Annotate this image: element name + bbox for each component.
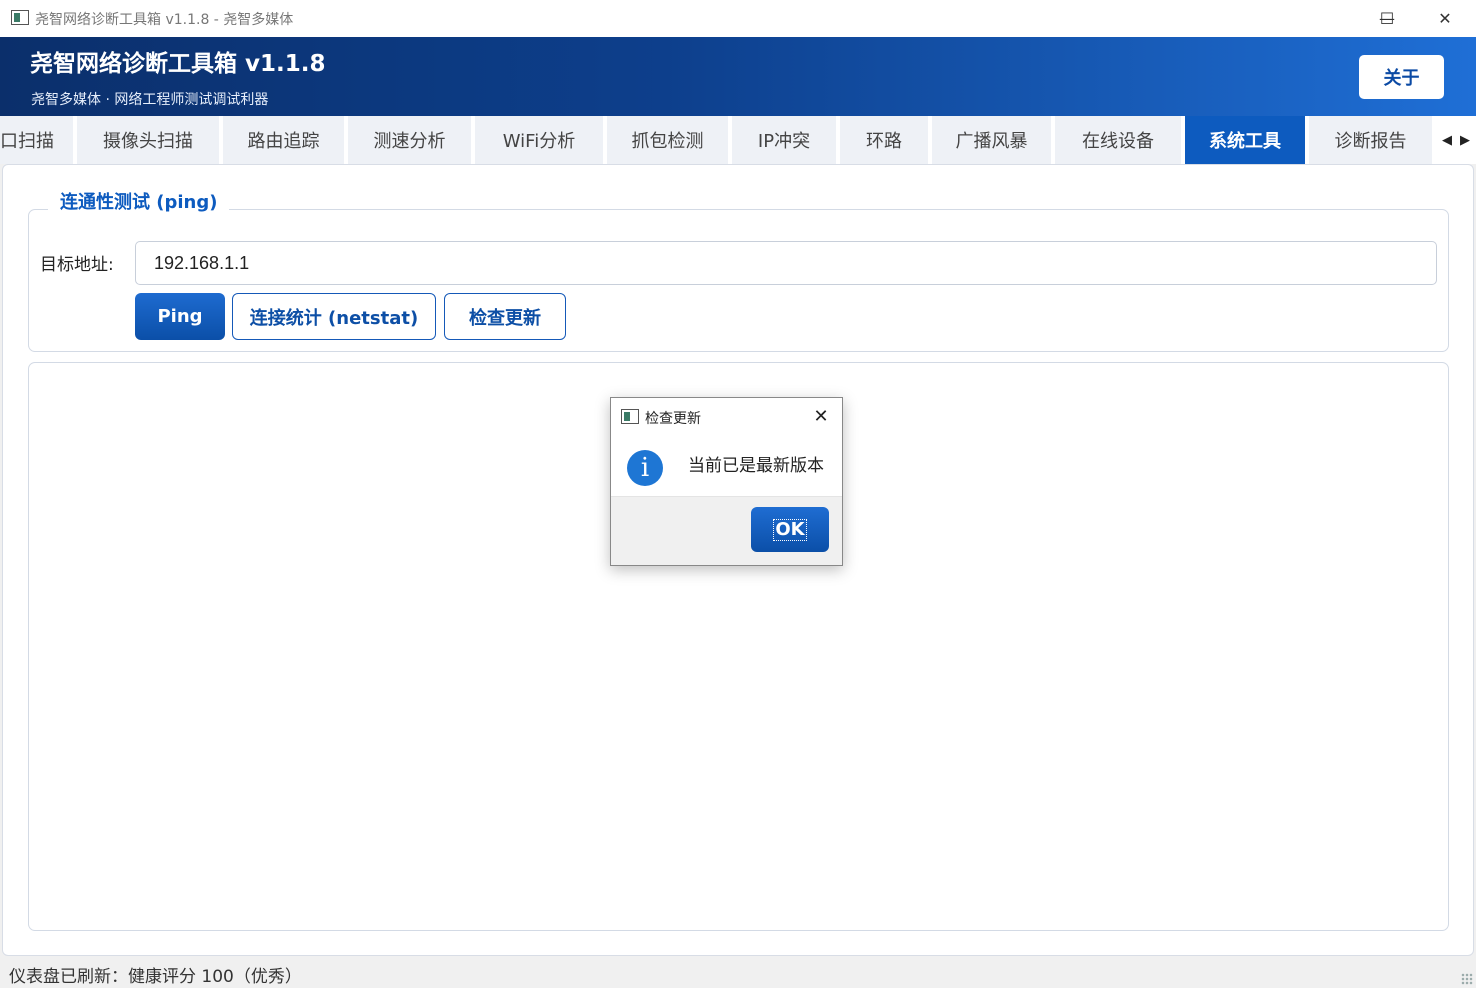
- dialog-app-icon: [621, 409, 639, 424]
- resize-grip-icon[interactable]: [1461, 973, 1473, 985]
- tab-wifi-analysis[interactable]: WiFi分析: [475, 116, 603, 164]
- dialog-message: 当前已是最新版本: [688, 456, 824, 476]
- tab-traceroute[interactable]: 路由追踪: [223, 116, 344, 164]
- tab-packet-capture[interactable]: 抓包检测: [607, 116, 728, 164]
- dialog-title: 检查更新: [645, 411, 701, 427]
- tab-speed-analysis[interactable]: 测速分析: [348, 116, 471, 164]
- ok-button[interactable]: OK: [751, 507, 829, 552]
- update-dialog: 检查更新 ✕ i 当前已是最新版本 OK: [610, 397, 843, 566]
- maximize-icon[interactable]: ☐: [1358, 0, 1416, 37]
- info-icon: i: [627, 450, 663, 486]
- target-address-label: 目标地址:: [40, 255, 114, 275]
- tab-port-scan[interactable]: 口扫描: [0, 116, 73, 164]
- app-header: 尧智网络诊断工具箱 v1.1.8 尧智多媒体 · 网络工程师测试调试利器 关于: [0, 37, 1476, 116]
- tab-system-tools[interactable]: 系统工具: [1185, 116, 1305, 164]
- ping-group-title: 连通性测试 (ping): [48, 189, 230, 217]
- target-address-input[interactable]: [135, 241, 1437, 285]
- tab-scroll-left-icon[interactable]: ◀: [1438, 116, 1456, 164]
- about-button[interactable]: 关于: [1359, 55, 1444, 99]
- tab-online-devices[interactable]: 在线设备: [1055, 116, 1181, 164]
- dialog-footer: OK: [611, 496, 842, 565]
- dialog-close-icon[interactable]: ✕: [809, 404, 833, 428]
- netstat-button[interactable]: 连接统计 (netstat): [232, 293, 436, 340]
- tab-scroll-right-icon[interactable]: ▶: [1456, 116, 1474, 164]
- status-text: 仪表盘已刷新：健康评分 100（优秀）: [9, 967, 302, 987]
- tab-loop[interactable]: 环路: [840, 116, 928, 164]
- tab-camera-scan[interactable]: 摄像头扫描: [77, 116, 219, 164]
- window-title: 尧智网络诊断工具箱 v1.1.8 - 尧智多媒体: [35, 12, 294, 28]
- app-icon: [11, 10, 29, 25]
- check-update-button[interactable]: 检查更新: [444, 293, 566, 340]
- tab-ip-conflict[interactable]: IP冲突: [732, 116, 836, 164]
- status-bar: 仪表盘已刷新：健康评分 100（优秀）: [0, 956, 1476, 988]
- window-titlebar: 尧智网络诊断工具箱 v1.1.8 - 尧智多媒体 — ☐ ✕: [0, 0, 1476, 37]
- tab-broadcast-storm[interactable]: 广播风暴: [932, 116, 1051, 164]
- app-subtitle: 尧智多媒体 · 网络工程师测试调试利器: [31, 92, 269, 108]
- app-title: 尧智网络诊断工具箱 v1.1.8: [30, 51, 326, 77]
- tab-diagnostic-report[interactable]: 诊断报告: [1309, 116, 1432, 164]
- ping-button[interactable]: Ping: [135, 293, 225, 340]
- ok-button-label: OK: [773, 518, 807, 541]
- close-icon[interactable]: ✕: [1416, 0, 1474, 37]
- tab-bar: 口扫描 摄像头扫描 路由追踪 测速分析 WiFi分析 抓包检测 IP冲突 环路 …: [0, 116, 1476, 164]
